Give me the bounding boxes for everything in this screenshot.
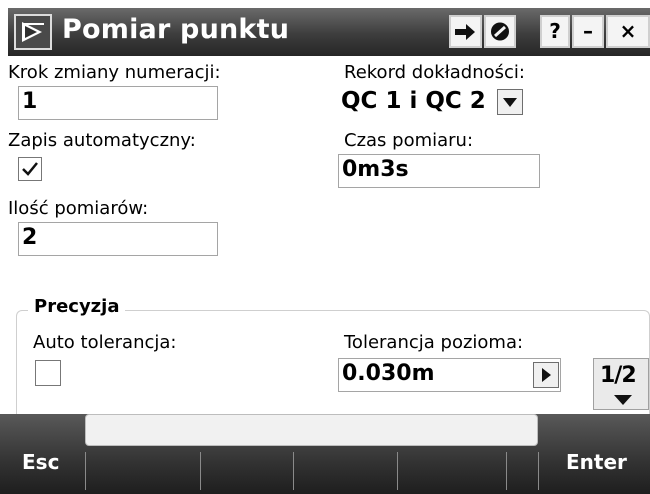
count-label: Ilość pomiarów: [8,198,149,219]
auto-tolerance-checkbox[interactable] [35,360,61,386]
minimize-button[interactable]: – [572,15,604,48]
page-down-icon [614,395,632,405]
precision-group-title: Precyzja [28,296,126,317]
page-button[interactable]: 1/2 [593,358,649,410]
app-icon[interactable] [14,14,52,50]
step-field[interactable]: 1 [18,86,218,120]
h-tolerance-label: Tolerancja pozioma: [344,332,524,353]
record-label: Rekord dokładności: [344,62,525,83]
softkey-divider [85,452,86,490]
cancel-measure-icon[interactable] [484,15,516,48]
window-title: Pomiar punktu [62,14,290,45]
count-field[interactable]: 2 [18,222,218,256]
page-indicator: 1/2 [600,363,637,388]
softkey-divider [293,452,294,490]
step-label: Krok zmiany numeracji: [8,62,221,83]
h-tolerance-field[interactable]: 0.030m [338,358,561,392]
help-button[interactable]: ? [540,15,570,48]
softkey-divider [506,452,507,490]
duration-field[interactable]: 0m3s [338,154,540,188]
esc-button[interactable]: Esc [22,450,59,474]
enter-button[interactable]: Enter [566,450,627,474]
softkey-label-strip [85,414,538,446]
chevron-right-icon[interactable] [533,362,559,388]
duration-label: Czas pomiaru: [344,130,474,151]
h-tolerance-value: 0.030m [342,361,435,386]
autosave-checkbox[interactable] [18,157,42,181]
softkey-divider [200,452,201,490]
softkey-divider [397,452,398,490]
switch-app-icon[interactable] [449,15,482,48]
autosave-label: Zapis automatyczny: [8,130,196,151]
close-button[interactable]: × [606,15,650,48]
chevron-down-icon[interactable] [497,89,523,115]
auto-tolerance-label: Auto tolerancja: [33,332,177,353]
record-value: QC 1 i QC 2 [341,88,486,114]
softkey-divider [538,452,539,490]
